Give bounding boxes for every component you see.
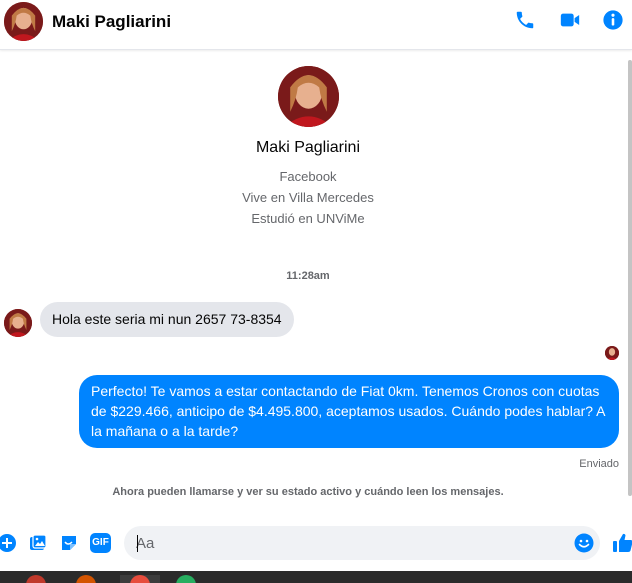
seen-indicator-avatar	[605, 346, 619, 360]
avatar-image	[277, 66, 339, 127]
contact-name[interactable]: Maki Pagliarini	[52, 12, 171, 32]
profile-avatar[interactable]	[277, 66, 339, 127]
chat-header: Maki Pagliarini	[0, 0, 632, 50]
message-input[interactable]	[136, 526, 566, 560]
like-icon[interactable]	[612, 532, 632, 554]
taskbar-app-icon[interactable]	[176, 575, 196, 583]
message-composer: GIF	[0, 521, 632, 565]
incoming-message-bubble[interactable]: Hola este seria mi nun 2657 73-8354	[40, 302, 294, 337]
connection-info-text: Ahora pueden llamarse y ver su estado ac…	[112, 486, 504, 498]
avatar-image	[4, 2, 43, 41]
profile-location: Vive en Villa Mercedes	[242, 190, 374, 205]
gif-icon[interactable]: GIF	[90, 533, 111, 553]
phone-icon[interactable]	[514, 9, 536, 31]
text-caret	[137, 535, 138, 552]
os-taskbar	[0, 571, 632, 583]
message-input-container[interactable]	[124, 526, 600, 560]
sticker-icon[interactable]	[59, 533, 79, 553]
taskbar-app-icon[interactable]	[76, 575, 96, 583]
add-icon[interactable]	[0, 533, 17, 553]
profile-education: Estudió en UNViMe	[251, 211, 365, 226]
profile-source: Facebook	[279, 169, 337, 184]
sender-avatar[interactable]	[4, 309, 32, 337]
avatar-image	[605, 346, 619, 360]
outgoing-message-bubble[interactable]: Perfecto! Te vamos a estar contactando d…	[79, 375, 619, 448]
sent-status: Enviado	[579, 458, 619, 470]
emoji-icon[interactable]	[574, 533, 594, 553]
scrollbar[interactable]	[628, 60, 632, 496]
contact-avatar[interactable]	[4, 2, 43, 41]
profile-name[interactable]: Maki Pagliarini	[0, 139, 616, 157]
avatar-image	[4, 309, 32, 337]
message-timestamp: 11:28am	[286, 270, 330, 282]
profile-card: Maki Pagliarini Facebook Vive en Villa M…	[0, 66, 616, 229]
taskbar-app-icon[interactable]	[26, 575, 46, 583]
info-icon[interactable]	[602, 9, 624, 31]
photo-icon[interactable]	[28, 533, 48, 553]
video-camera-icon[interactable]	[559, 9, 581, 31]
